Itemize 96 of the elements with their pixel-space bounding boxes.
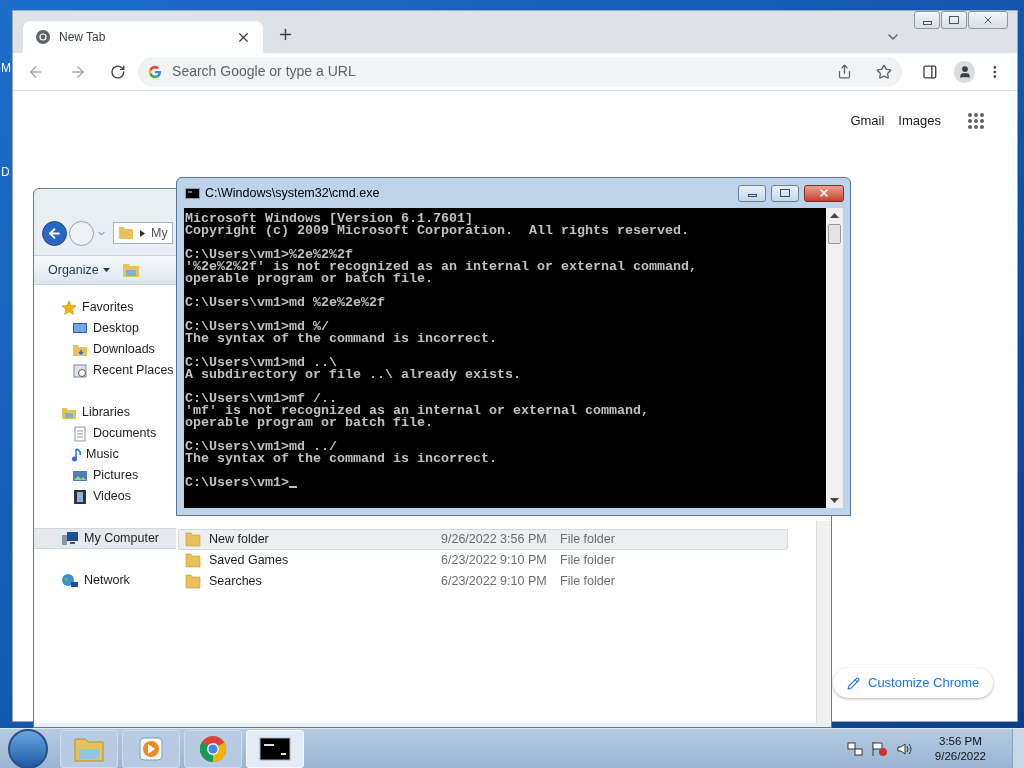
star-icon xyxy=(61,299,77,316)
sidebar-item[interactable]: Pictures xyxy=(34,465,176,486)
play-icon xyxy=(137,734,165,763)
console-line: operable program or batch file. xyxy=(185,273,434,285)
reload-icon[interactable] xyxy=(110,63,127,80)
file-type: File folder xyxy=(560,531,615,549)
console-line: C:\Users\vm1>%2e%2%2f xyxy=(185,249,353,261)
sidebar-item[interactable]: Libraries xyxy=(34,402,176,423)
network-icon[interactable] xyxy=(846,740,863,757)
computer-icon xyxy=(61,530,79,547)
pencil-icon xyxy=(847,676,860,690)
file-date: 6/23/2022 9:10 PM xyxy=(441,573,548,591)
console-line: operable program or batch file. xyxy=(185,417,434,429)
console-line: A subdirectory or file ..\ already exists. xyxy=(185,369,522,381)
console-line: Copyright (c) 2009 Microsoft Corporation. All rights reserved. xyxy=(185,225,690,237)
minimize-icon xyxy=(922,20,932,25)
console-line: C:\Users\vm1>md %2e%2e%2f xyxy=(185,297,386,309)
desktop-icon-label: M xyxy=(1,60,11,77)
omnibox-input[interactable]: Search Google or type a URL xyxy=(172,61,827,82)
sidebar-item[interactable]: Recent Places xyxy=(34,360,176,381)
music-note-icon xyxy=(72,447,81,462)
close-icon xyxy=(818,187,830,199)
scroll-thumb[interactable] xyxy=(828,224,841,244)
file-date: 6/23/2022 9:10 PM xyxy=(441,552,548,570)
text-cursor xyxy=(289,486,297,488)
minimize-button[interactable] xyxy=(738,184,766,202)
profile-avatar-icon[interactable] xyxy=(953,60,976,83)
close-icon xyxy=(982,14,994,26)
organize-menu[interactable]: Organize xyxy=(48,260,110,280)
sidebar-item[interactable]: My Computer xyxy=(34,528,176,549)
sidebar-item[interactable]: Favorites xyxy=(34,297,176,318)
console-line: C:\Users\vm1>md %/ xyxy=(185,321,329,333)
start-button[interactable] xyxy=(8,728,48,768)
sidebar-item[interactable]: Documents xyxy=(34,423,176,444)
file-row[interactable]: New folder 9/26/2022 3:56 PM File folder xyxy=(178,529,788,550)
share-icon[interactable] xyxy=(837,64,852,79)
header-link[interactable]: Images xyxy=(898,111,941,131)
console-line: The syntax of the command is incorrect. xyxy=(185,333,498,345)
film-icon xyxy=(72,488,88,505)
file-date: 9/26/2022 3:56 PM xyxy=(441,531,548,549)
file-row[interactable]: Searches 6/23/2022 9:10 PM File folder xyxy=(178,571,788,592)
maximize-icon xyxy=(780,189,790,197)
console-line: C:\Users\vm1>mf /.. xyxy=(185,393,337,405)
clock-folder-icon xyxy=(72,362,88,379)
chrome-logo-icon xyxy=(198,733,228,764)
folder-icon xyxy=(185,574,201,589)
minimize-icon xyxy=(747,194,757,197)
terminal-icon xyxy=(185,187,200,199)
sidebar-item[interactable]: Videos xyxy=(34,486,176,507)
sidebar-item[interactable]: Downloads xyxy=(34,339,176,360)
flag-icon[interactable] xyxy=(870,740,889,757)
minimize-button[interactable] xyxy=(914,11,940,29)
address-bar[interactable]: My xyxy=(113,222,173,244)
file-name: New folder xyxy=(209,531,270,549)
maximize-button[interactable] xyxy=(941,11,967,29)
file-name: Saved Games xyxy=(209,552,290,570)
sidebar-item[interactable]: Network xyxy=(34,570,176,591)
breadcrumb-arrow-icon xyxy=(140,229,145,237)
tab[interactable]: New Tab xyxy=(23,21,263,53)
folder-icon xyxy=(185,553,201,568)
side-panel-icon[interactable] xyxy=(922,63,938,80)
file-type: File folder xyxy=(560,552,615,570)
bookmark-star-icon[interactable] xyxy=(876,63,892,80)
maximize-icon xyxy=(949,16,959,24)
console-line: The syntax of the command is incorrect. xyxy=(185,453,498,465)
speaker-icon[interactable] xyxy=(896,740,913,757)
clock-time: 3:56 PM xyxy=(939,733,982,749)
apps-grid-icon[interactable] xyxy=(967,111,985,130)
desktop-icon-label: D xyxy=(1,164,10,181)
console-line: '%2e%2%2f' is not recognized as an internal or external command, xyxy=(185,261,698,273)
google-g-icon xyxy=(148,64,163,79)
console-line: C:\Users\vm1>md ..\ xyxy=(185,357,337,369)
console-line: Microsoft Windows [Version 6.1.7601] xyxy=(185,213,473,225)
globe-icon xyxy=(61,572,79,589)
header-link[interactable]: Gmail xyxy=(850,111,885,131)
file-name: Searches xyxy=(209,573,263,591)
maximize-button[interactable] xyxy=(771,184,799,202)
chrome-logo-icon xyxy=(35,29,51,45)
terminal-icon xyxy=(259,736,291,761)
close-button[interactable] xyxy=(804,184,844,202)
customize-chrome-button[interactable]: Customize Chrome xyxy=(833,668,994,698)
file-row[interactable]: Saved Games 6/23/2022 9:10 PM File folder xyxy=(178,550,788,571)
sidebar-item[interactable]: Music xyxy=(34,444,176,465)
sidebar-item[interactable]: Desktop xyxy=(34,318,176,339)
address-bar[interactable]: Search Google or type a URL xyxy=(138,56,902,87)
file-type: File folder xyxy=(560,573,615,591)
clock-date: 9/26/2022 xyxy=(934,748,986,764)
console-prompt: C:\Users\vm1> xyxy=(185,477,289,489)
console-line: C:\Users\vm1>md ../ xyxy=(185,441,337,453)
back-button[interactable] xyxy=(42,220,67,246)
document-icon xyxy=(72,425,88,442)
console-line: 'mf' is not recognized as an internal or external command, xyxy=(185,405,650,417)
folder-icon xyxy=(185,532,201,547)
window-title: C:\Windows\system32\cmd.exe xyxy=(205,184,381,202)
folder-icon xyxy=(118,226,134,240)
caret-icon xyxy=(102,268,110,272)
